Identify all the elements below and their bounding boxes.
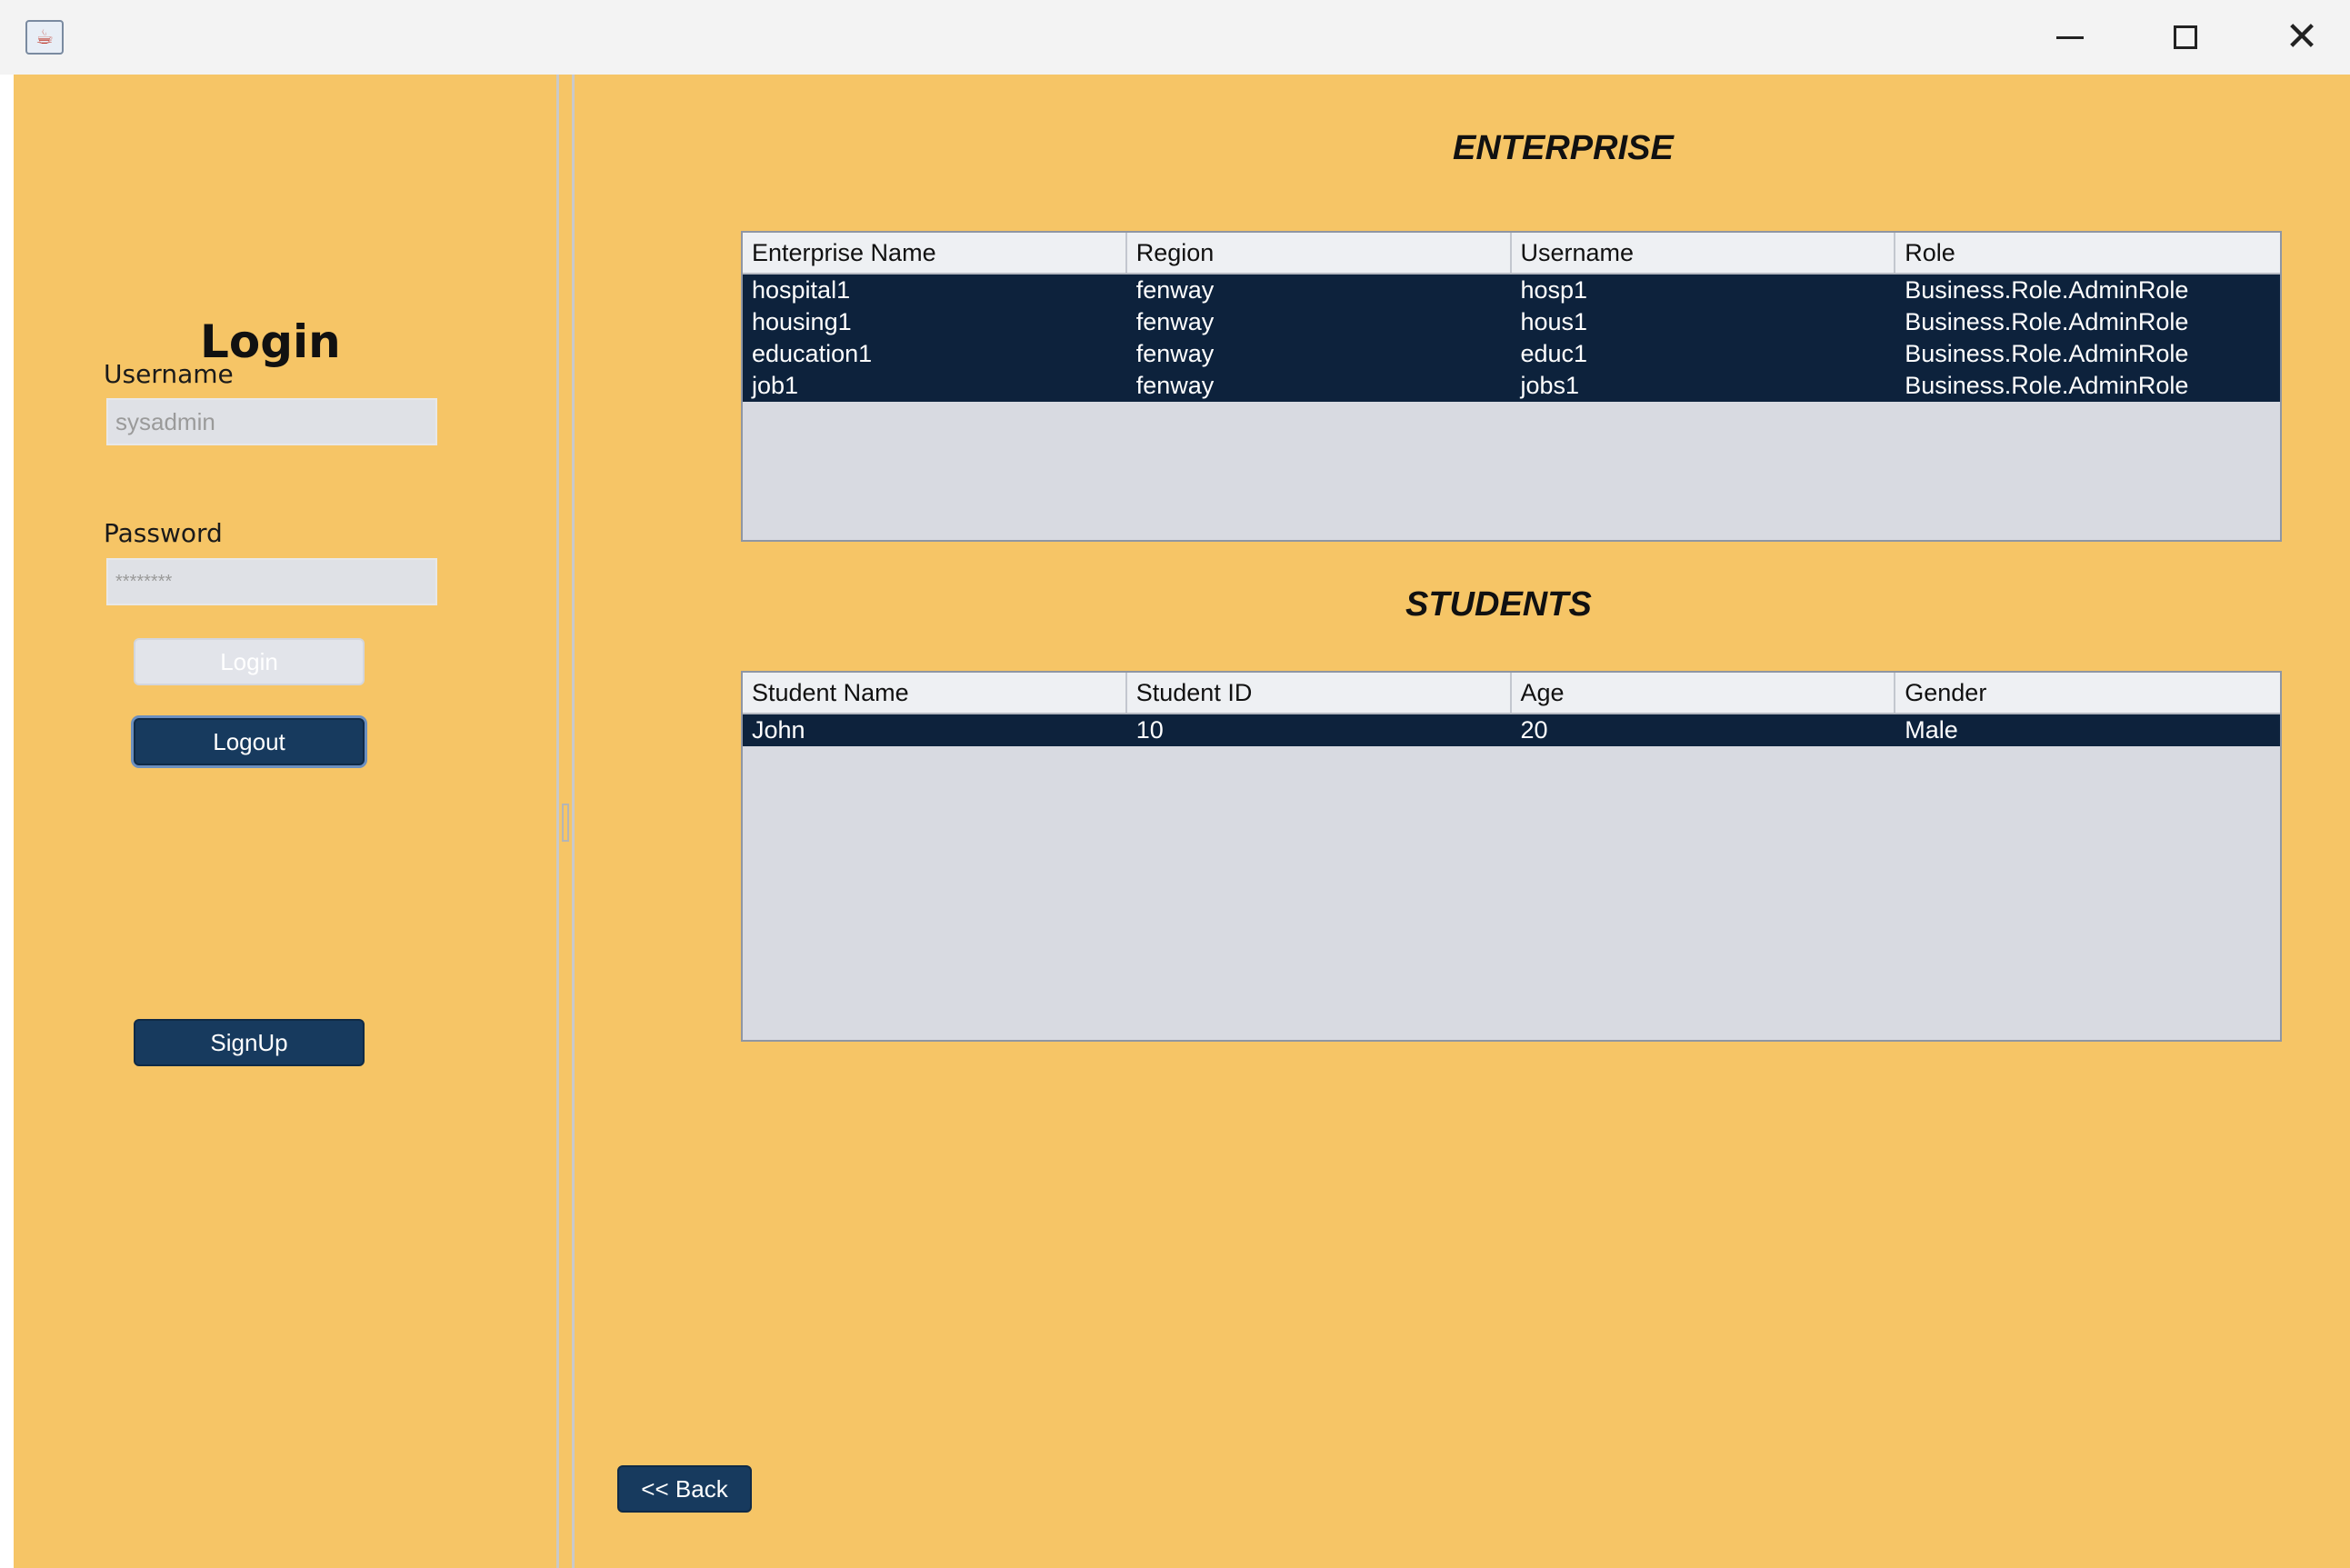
table-cell: job1 [752, 372, 799, 399]
content-panel: ENTERPRISE Enterprise Name Region Userna… [575, 75, 2350, 1568]
table-cell: John [752, 716, 805, 744]
table-cell: hospital1 [752, 276, 851, 304]
table-cell: Male [1905, 716, 1958, 744]
table-cell: fenway [1135, 372, 1215, 399]
password-label: Password [104, 518, 223, 548]
table-row[interactable]: job1 fenway jobs1 Business.Role.AdminRol… [743, 370, 2280, 402]
table-cell: Business.Role.AdminRole [1905, 340, 2189, 367]
column-header-gender[interactable]: Gender [1895, 673, 2280, 713]
table-cell: 20 [1520, 716, 1548, 744]
back-button[interactable]: << Back [617, 1465, 752, 1513]
table-cell: educ1 [1520, 340, 1588, 367]
minimize-icon [2056, 35, 2084, 39]
username-input[interactable] [106, 398, 437, 445]
table-row[interactable]: John 10 20 Male [743, 714, 2280, 746]
table-cell: hous1 [1520, 308, 1588, 335]
enterprise-table-header: Enterprise Name Region Username Role [743, 233, 2280, 275]
column-header-enterprise-name[interactable]: Enterprise Name [743, 233, 1127, 273]
table-cell: fenway [1135, 276, 1215, 304]
close-icon: ✕ [2285, 14, 2319, 60]
java-cup-icon[interactable]: ☕ [25, 20, 64, 55]
table-cell: hosp1 [1520, 276, 1588, 304]
username-label: Username [104, 359, 234, 389]
table-row[interactable]: housing1 fenway hous1 Business.Role.Admi… [743, 306, 2280, 338]
table-row[interactable]: education1 fenway educ1 Business.Role.Ad… [743, 338, 2280, 370]
column-header-age[interactable]: Age [1512, 673, 1896, 713]
column-header-student-id[interactable]: Student ID [1127, 673, 1512, 713]
table-cell: fenway [1135, 308, 1215, 335]
divider-grip-icon[interactable] [562, 804, 569, 842]
login-panel: Login Username Password Login Logout Sig… [14, 75, 559, 1568]
maximize-button[interactable] [2129, 0, 2242, 75]
table-cell: Business.Role.AdminRole [1905, 276, 2189, 304]
table-cell: Business.Role.AdminRole [1905, 372, 2189, 399]
column-header-region[interactable]: Region [1127, 233, 1512, 273]
table-cell: Business.Role.AdminRole [1905, 308, 2189, 335]
split-pane-divider[interactable] [556, 75, 575, 1568]
column-header-role[interactable]: Role [1895, 233, 2280, 273]
students-title: STUDENTS [1405, 585, 1592, 624]
close-button[interactable]: ✕ [2245, 0, 2350, 75]
column-header-student-name[interactable]: Student Name [743, 673, 1127, 713]
signup-button[interactable]: SignUp [134, 1019, 365, 1066]
students-table-header: Student Name Student ID Age Gender [743, 673, 2280, 714]
logout-button[interactable]: Logout [134, 718, 365, 765]
title-bar: ☕ ✕ [0, 0, 2350, 75]
table-cell: education1 [752, 340, 873, 367]
table-row[interactable]: hospital1 fenway hosp1 Business.Role.Adm… [743, 275, 2280, 306]
table-cell: housing1 [752, 308, 852, 335]
enterprise-title: ENTERPRISE [1453, 129, 1674, 167]
table-cell: fenway [1135, 340, 1215, 367]
table-cell: jobs1 [1520, 372, 1580, 399]
login-button[interactable]: Login [134, 638, 365, 685]
maximize-icon [2174, 25, 2197, 49]
table-cell: 10 [1135, 716, 1164, 744]
students-table[interactable]: Student Name Student ID Age Gender John … [741, 671, 2282, 1042]
minimize-button[interactable] [2014, 0, 2126, 75]
password-input[interactable] [106, 558, 437, 605]
enterprise-table[interactable]: Enterprise Name Region Username Role hos… [741, 231, 2282, 542]
column-header-username[interactable]: Username [1512, 233, 1896, 273]
